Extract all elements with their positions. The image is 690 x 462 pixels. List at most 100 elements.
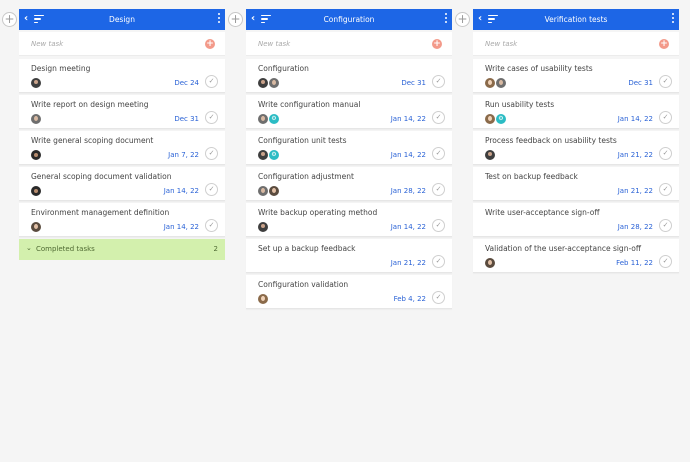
- due-date: Jan 7, 22: [168, 151, 199, 159]
- completed-count: 2: [213, 245, 218, 253]
- task-card[interactable]: Test on backup feedback Jan 21, 22 ✓: [473, 167, 679, 201]
- plus-icon[interactable]: +: [205, 39, 215, 49]
- check-icon[interactable]: ✓: [659, 183, 672, 196]
- column-title: Verification tests: [544, 15, 608, 24]
- task-card[interactable]: Write cases of usability tests Dec 31 ✓: [473, 59, 679, 93]
- due-date: Jan 14, 22: [390, 151, 426, 159]
- task-card[interactable]: Design meeting Dec 24 ✓: [19, 59, 225, 93]
- more-vertical-icon[interactable]: [445, 13, 448, 25]
- assignees: [258, 294, 269, 304]
- task-card[interactable]: Configuration unit tests ⚙ Jan 14, 22 ✓: [246, 131, 452, 165]
- task-card[interactable]: Write user-acceptance sign-off Jan 28, 22…: [473, 203, 679, 237]
- check-icon[interactable]: ✓: [432, 291, 445, 304]
- due-date: Jan 14, 22: [390, 115, 426, 123]
- check-icon[interactable]: ✓: [205, 219, 218, 232]
- task-card[interactable]: Validation of the user-acceptance sign-o…: [473, 239, 679, 273]
- task-card[interactable]: Configuration validation Feb 4, 22 ✓: [246, 275, 452, 309]
- avatar: [485, 114, 495, 124]
- due-date: Jan 21, 22: [617, 187, 653, 195]
- column-header: ‹ Design: [19, 9, 225, 30]
- completed-tasks-toggle[interactable]: ⌄ Completed tasks 2: [19, 239, 225, 260]
- task-card[interactable]: Write backup operating method Jan 14, 22 ✓: [246, 203, 452, 237]
- column: ‹ Configuration New task + Configuration Dec …: [246, 9, 452, 311]
- chevron-left-icon[interactable]: ‹: [24, 13, 28, 25]
- task-card[interactable]: General scoping document validation Jan 1…: [19, 167, 225, 201]
- task-title: Write report on design meeting: [31, 100, 149, 109]
- check-icon[interactable]: ✓: [432, 75, 445, 88]
- task-title: Configuration unit tests: [258, 136, 347, 145]
- assignees: [31, 150, 42, 160]
- check-icon[interactable]: ✓: [432, 147, 445, 160]
- check-icon[interactable]: ✓: [659, 75, 672, 88]
- avatar: [31, 78, 41, 88]
- assignees: [485, 258, 496, 268]
- check-icon[interactable]: ✓: [205, 75, 218, 88]
- sort-icon[interactable]: [34, 15, 44, 24]
- task-title: Write general scoping document: [31, 136, 154, 145]
- assignees: [31, 222, 42, 232]
- task-title: General scoping document validation: [31, 172, 172, 181]
- avatar: [258, 150, 268, 160]
- task-title: Write backup operating method: [258, 208, 378, 217]
- new-task-input[interactable]: New task +: [473, 32, 679, 56]
- sort-icon[interactable]: [261, 15, 271, 24]
- task-title: Set up a backup feedback: [258, 244, 356, 253]
- task-card[interactable]: Process feedback on usability tests Jan 2…: [473, 131, 679, 165]
- assignees: [31, 186, 42, 196]
- task-card[interactable]: Environment management definition Jan 14,…: [19, 203, 225, 237]
- sort-icon[interactable]: [488, 15, 498, 24]
- new-task-placeholder: New task: [31, 39, 64, 48]
- task-card[interactable]: Set up a backup feedback Jan 21, 22 ✓: [246, 239, 452, 273]
- task-card[interactable]: Write report on design meeting Dec 31 ✓: [19, 95, 225, 129]
- avatar: [31, 150, 41, 160]
- add-column-button[interactable]: +: [455, 12, 470, 27]
- assignees: [31, 78, 42, 88]
- task-card[interactable]: Run usability tests ⚙ Jan 14, 22 ✓: [473, 95, 679, 129]
- task-card[interactable]: Write general scoping document Jan 7, 22 ✓: [19, 131, 225, 165]
- more-vertical-icon[interactable]: [218, 13, 221, 25]
- plus-icon[interactable]: +: [659, 39, 669, 49]
- add-column-button[interactable]: +: [2, 12, 17, 27]
- chevron-left-icon[interactable]: ‹: [478, 13, 482, 25]
- column-title: Configuration: [323, 15, 375, 24]
- check-icon[interactable]: ✓: [432, 219, 445, 232]
- avatar: [258, 186, 268, 196]
- new-task-input[interactable]: New task +: [246, 32, 452, 56]
- check-icon[interactable]: ✓: [205, 183, 218, 196]
- task-card[interactable]: Write configuration manual ⚙ Jan 14, 22 ✓: [246, 95, 452, 129]
- avatar: [31, 222, 41, 232]
- chevron-left-icon[interactable]: ‹: [251, 13, 255, 25]
- check-icon[interactable]: ✓: [205, 111, 218, 124]
- due-date: Feb 11, 22: [616, 259, 653, 267]
- task-card[interactable]: Configuration adjustment Jan 28, 22 ✓: [246, 167, 452, 201]
- check-icon[interactable]: ✓: [659, 147, 672, 160]
- new-task-input[interactable]: New task +: [19, 32, 225, 56]
- task-title: Run usability tests: [485, 100, 555, 109]
- check-icon[interactable]: ✓: [432, 255, 445, 268]
- add-column-button[interactable]: +: [228, 12, 243, 27]
- assignees: [258, 186, 280, 196]
- assignees: ⚙: [485, 114, 507, 124]
- task-card[interactable]: Configuration Dec 31 ✓: [246, 59, 452, 93]
- more-vertical-icon[interactable]: [672, 13, 675, 25]
- due-date: Jan 14, 22: [163, 223, 199, 231]
- check-icon[interactable]: ✓: [659, 219, 672, 232]
- due-date: Jan 14, 22: [163, 187, 199, 195]
- team-avatar-icon: ⚙: [269, 114, 279, 124]
- check-icon[interactable]: ✓: [659, 255, 672, 268]
- assignees: ⚙: [258, 150, 280, 160]
- check-icon[interactable]: ✓: [205, 147, 218, 160]
- check-icon[interactable]: ✓: [432, 111, 445, 124]
- avatar: [269, 78, 279, 88]
- check-icon[interactable]: ✓: [659, 111, 672, 124]
- due-date: Feb 4, 22: [393, 295, 426, 303]
- avatar: [31, 186, 41, 196]
- avatar: [485, 258, 495, 268]
- avatar: [31, 114, 41, 124]
- avatar: [258, 114, 268, 124]
- assignees: [31, 114, 42, 124]
- task-title: Configuration adjustment: [258, 172, 354, 181]
- plus-icon[interactable]: +: [432, 39, 442, 49]
- check-icon[interactable]: ✓: [432, 183, 445, 196]
- assignees: ⚙: [258, 114, 280, 124]
